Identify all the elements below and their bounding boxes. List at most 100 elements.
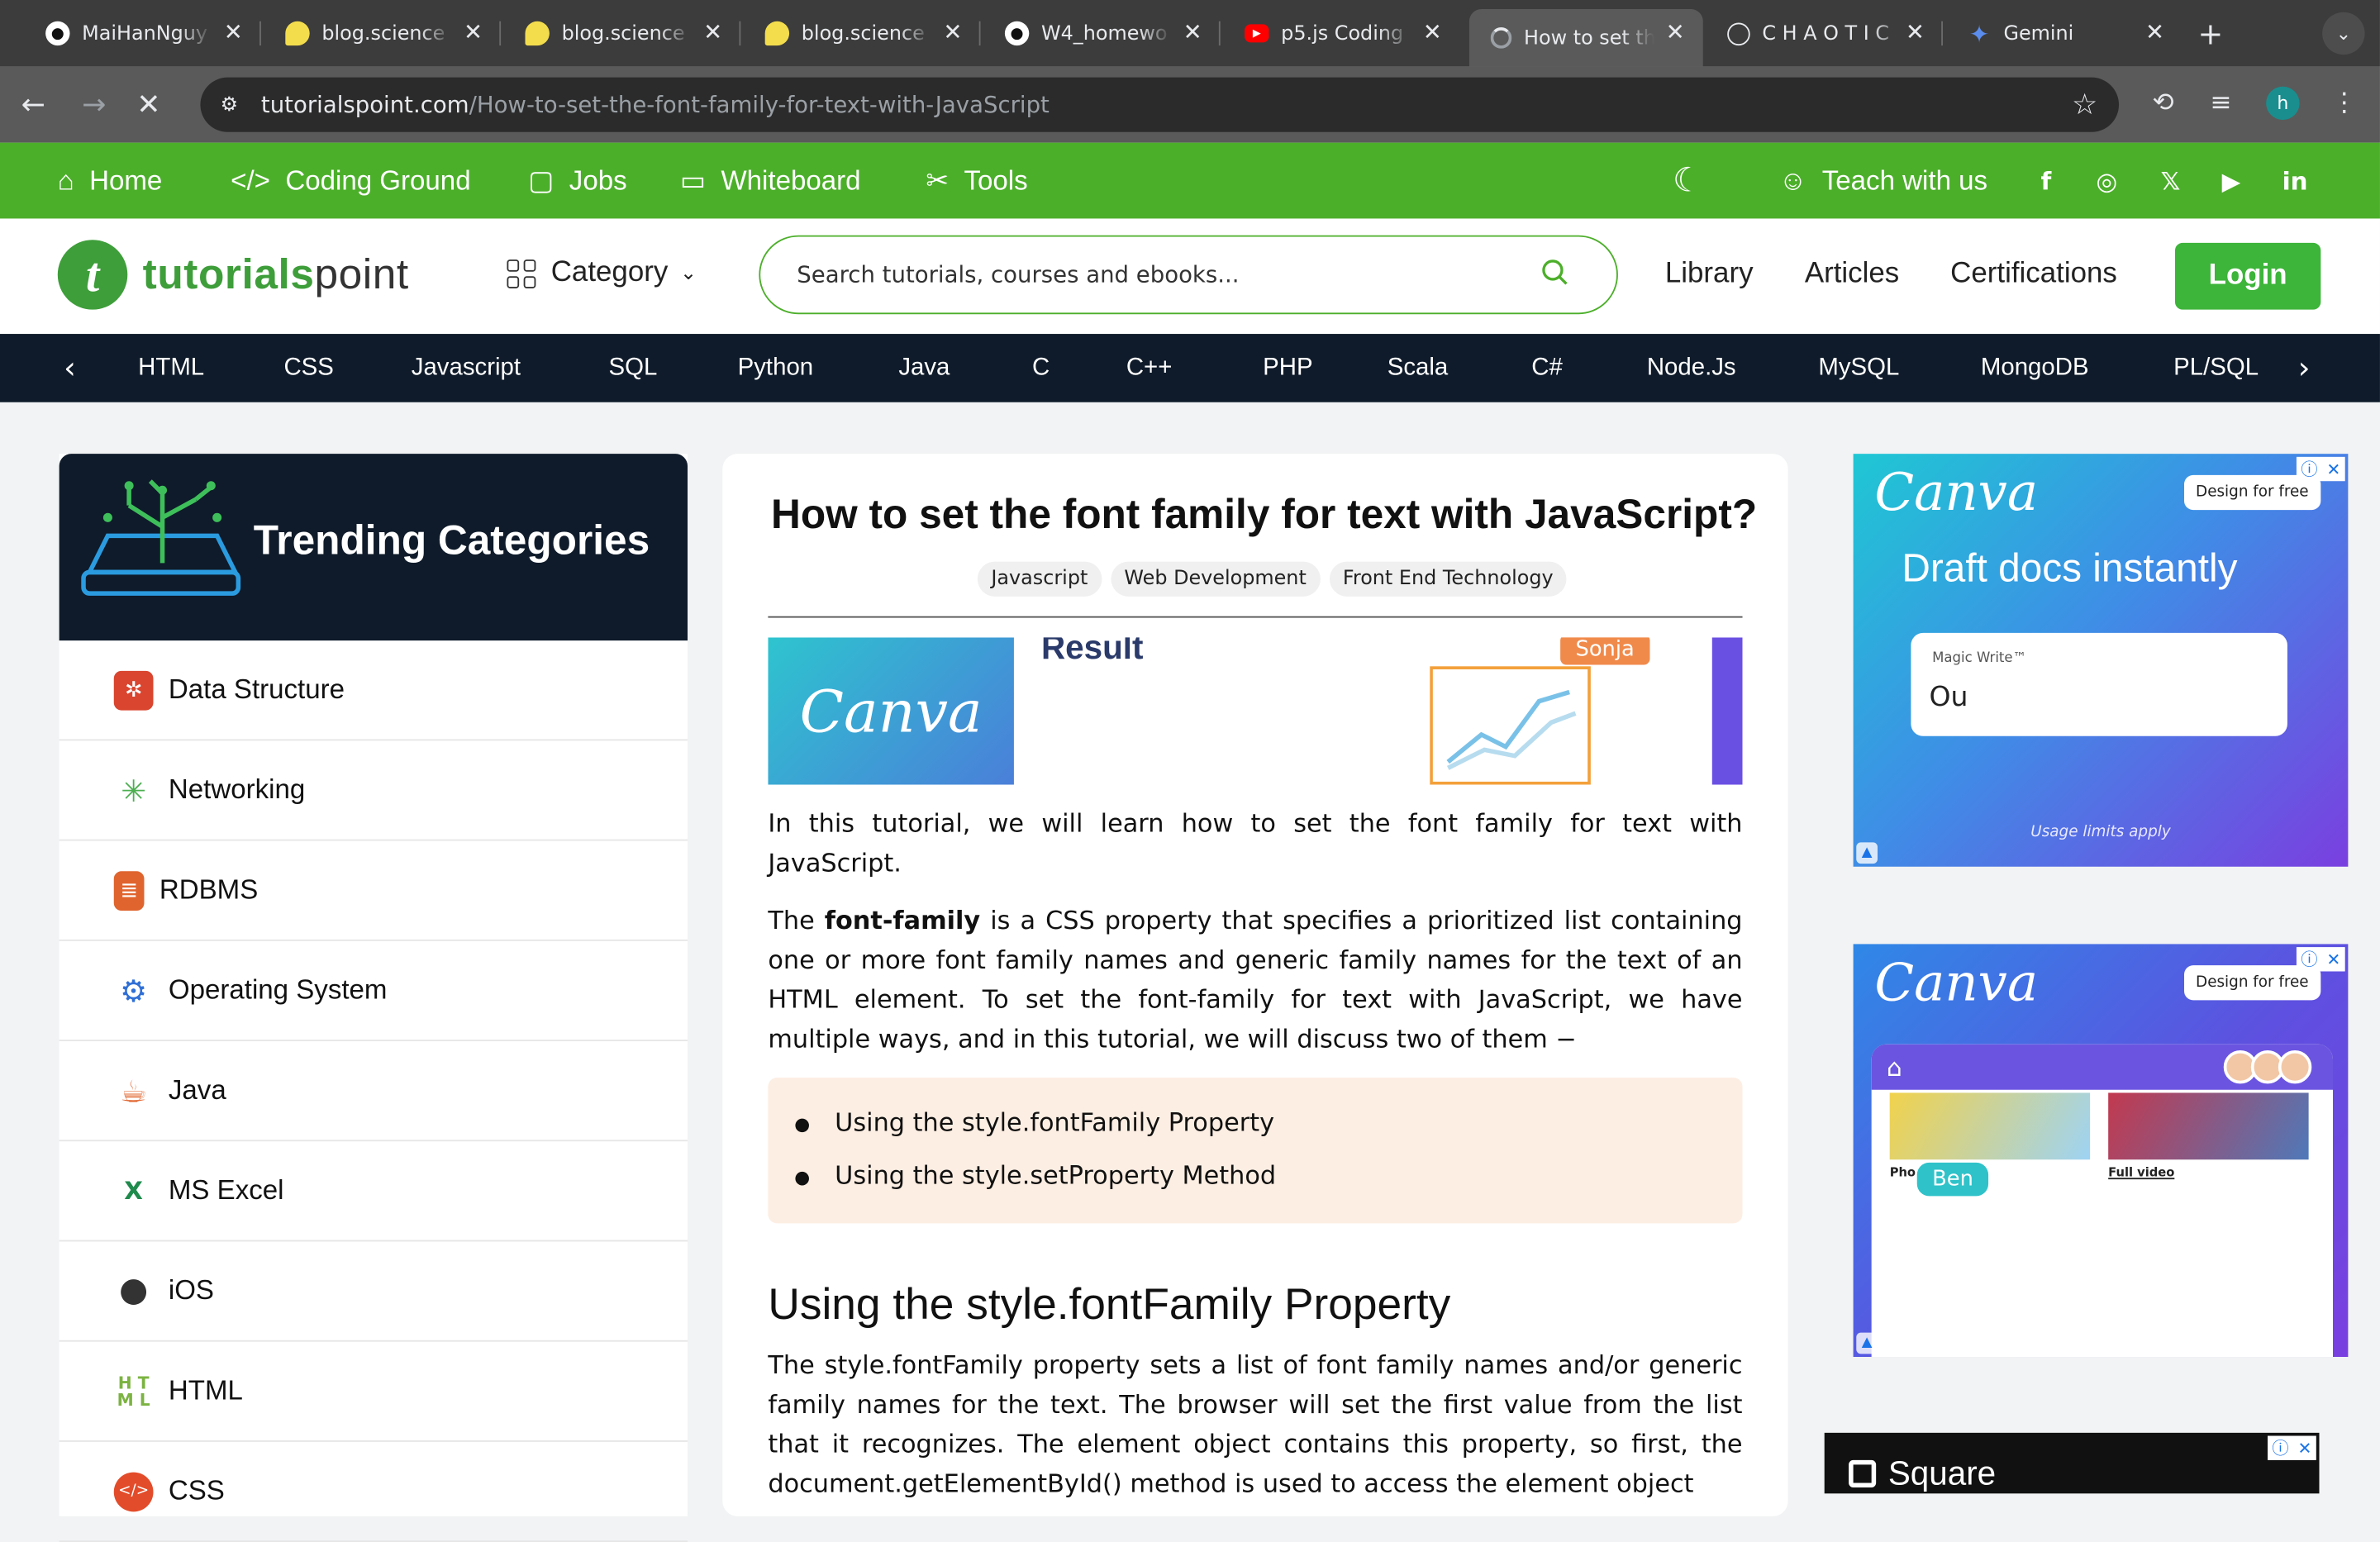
back-arrow-icon[interactable]: ← (21, 88, 45, 121)
browser-tab[interactable]: ▶ p5.js Coding ✕ (1223, 9, 1460, 58)
browser-tab[interactable]: ● W4_homewo ✕ (983, 9, 1221, 58)
forward-arrow-icon[interactable]: → (82, 88, 106, 121)
article-tags: Javascript Web Development Front End Tec… (977, 561, 1568, 597)
new-tab-button[interactable]: + (2198, 15, 2224, 51)
ad-choices-close[interactable]: ⓘ ✕ (2268, 1435, 2316, 1460)
lang-mongodb[interactable]: MongoDB (1981, 334, 2089, 402)
list-item: Using the style.fontFamily Property (795, 1107, 1275, 1137)
lang-javascript[interactable]: Javascript (412, 334, 521, 402)
lang-nodejs[interactable]: Node.Js (1647, 334, 1736, 402)
nav-tools[interactable]: ✂ Tools (926, 143, 1027, 219)
tag-front-end[interactable]: Front End Technology (1329, 561, 1568, 597)
nav-home[interactable]: ⌂ Home (58, 143, 163, 219)
profile-avatar[interactable]: h (2266, 86, 2300, 121)
close-tab-icon[interactable]: ✕ (224, 18, 243, 45)
ad-brand: Square (1849, 1454, 1996, 1494)
tab-search-button[interactable]: ⌄ (2322, 12, 2365, 55)
lang-sql[interactable]: SQL (609, 334, 658, 402)
extension-icon[interactable]: ⟲ (2152, 88, 2173, 119)
lang-css[interactable]: CSS (283, 334, 333, 402)
linkedin-icon[interactable]: in (2277, 163, 2313, 199)
facebook-icon[interactable]: f (2028, 163, 2064, 199)
lang-scala[interactable]: Scala (1388, 334, 1449, 402)
loading-icon (1490, 27, 1512, 49)
article-intro: In this tutorial, we will learn how to s… (768, 808, 1743, 878)
close-tab-icon[interactable]: ✕ (2145, 18, 2164, 45)
lang-c[interactable]: C (1032, 334, 1050, 402)
nav-jobs[interactable]: ▢ Jobs (528, 143, 626, 219)
lang-csharp[interactable]: C# (1531, 334, 1563, 402)
close-tab-icon[interactable]: ✕ (464, 18, 483, 45)
nav-whiteboard[interactable]: ▭ Whiteboard (680, 143, 861, 219)
url-text[interactable]: tutorialspoint.com/How-to-set-the-font-f… (261, 91, 1050, 118)
tag-web-development[interactable]: Web Development (1110, 561, 1321, 597)
teach-with-us-link[interactable]: ☺ Teach with us (1779, 143, 1987, 219)
ad-image (2108, 1092, 2309, 1160)
chevron-right-icon[interactable]: › (2298, 349, 2311, 385)
sidebar-item-networking[interactable]: ✳ Networking (59, 740, 688, 841)
chevron-left-icon[interactable]: ‹ (64, 349, 76, 385)
ad-choices-close[interactable]: ⓘ ✕ (2296, 456, 2345, 482)
browser-tab[interactable]: C H A O T I C ✕ (1706, 9, 1943, 58)
tab-title: blog.science (321, 21, 445, 45)
articles-link[interactable]: Articles (1805, 258, 1899, 291)
sidebar-item-ms-excel[interactable]: X MS Excel (59, 1141, 688, 1242)
close-tab-icon[interactable]: ✕ (1906, 18, 1925, 45)
browser-tab-active[interactable]: How to set th ✕ (1468, 9, 1703, 67)
dark-mode-toggle[interactable]: ☾ (1673, 143, 1718, 219)
close-tab-icon[interactable]: ✕ (943, 18, 962, 45)
square-ad[interactable]: Square ⓘ ✕ (1824, 1432, 2320, 1494)
lang-plsql[interactable]: PL/SQL (2173, 334, 2259, 402)
bookmark-star-icon[interactable]: ☆ (2072, 88, 2097, 121)
browser-tab[interactable]: ✦ Gemini ✕ (1946, 9, 2183, 58)
sidebar-item-java[interactable]: ☕ Java (59, 1041, 688, 1142)
close-tab-icon[interactable]: ✕ (703, 18, 722, 45)
search-icon[interactable] (1540, 258, 1571, 288)
lang-java[interactable]: Java (898, 334, 950, 402)
nav-coding-ground[interactable]: </> Coding Ground (231, 143, 470, 219)
search-box[interactable] (759, 235, 1618, 315)
ad-badge-icon[interactable]: ▲ (1856, 842, 1878, 864)
library-link[interactable]: Library (1665, 258, 1754, 291)
login-button[interactable]: Login (2174, 242, 2321, 310)
browser-tab[interactable]: blog.science ✕ (264, 9, 502, 58)
sidebar-item-data-structure[interactable]: ✲ Data Structure (59, 640, 688, 741)
sidebar-item-operating-system[interactable]: ⚙ Operating System (59, 941, 688, 1041)
sidebar-item-html[interactable]: H TM L HTML (59, 1342, 688, 1442)
x-twitter-icon[interactable]: 𝕏 (2152, 163, 2188, 199)
browser-tab[interactable]: ● MaiHanNguy ✕ (24, 9, 261, 58)
search-input[interactable] (793, 259, 1529, 290)
address-bar[interactable]: ⚙ tutorialspoint.com/How-to-set-the-font… (200, 77, 2120, 132)
inline-ad-banner[interactable]: Canva Result Sonja (768, 637, 1743, 785)
browser-tab[interactable]: blog.science ✕ (504, 9, 741, 58)
sidebar-item-ios[interactable]: ● iOS (59, 1241, 688, 1342)
sidebar-title: Trending Categories (253, 517, 650, 564)
sidebar-item-css[interactable]: </> CSS (59, 1442, 688, 1542)
stop-loading-icon[interactable]: ✕ (136, 88, 160, 121)
close-tab-icon[interactable]: ✕ (1666, 18, 1685, 45)
site-logo[interactable]: t tutorialspoint (57, 240, 409, 310)
browser-menu-icon[interactable]: ⋮ (2331, 88, 2357, 119)
close-tab-icon[interactable]: ✕ (1423, 18, 1442, 45)
lang-cpp[interactable]: C++ (1126, 334, 1173, 402)
network-icon: ✳ (121, 771, 147, 809)
media-control-icon[interactable]: ≡ (2210, 88, 2231, 119)
category-dropdown[interactable]: Category ⌄ (507, 256, 697, 289)
ad-result-text: Result (1040, 637, 1144, 667)
canva-ad-1[interactable]: Canva Design for free Draft docs instant… (1853, 454, 2349, 867)
lang-mysql[interactable]: MySQL (1818, 334, 1899, 402)
close-tab-icon[interactable]: ✕ (1183, 18, 1202, 45)
instagram-icon[interactable]: ◎ (2088, 163, 2125, 199)
site-settings-icon[interactable]: ⚙ (216, 91, 243, 118)
tag-javascript[interactable]: Javascript (977, 561, 1102, 597)
lang-python[interactable]: Python (738, 334, 813, 402)
lang-html[interactable]: HTML (138, 334, 204, 402)
canva-ad-2[interactable]: Canva Design for free ⌂ Pho Full video B… (1853, 944, 2349, 1358)
browser-tab[interactable]: blog.science ✕ (744, 9, 981, 58)
lang-php[interactable]: PHP (1263, 334, 1312, 402)
youtube-icon[interactable]: ▶ (2213, 163, 2249, 199)
sidebar-item-rdbms[interactable]: ≣ RDBMS (59, 841, 688, 941)
certifications-link[interactable]: Certifications (1950, 258, 2117, 291)
ad-badge-icon[interactable]: ▲ (1856, 1332, 1878, 1354)
ad-choices-close[interactable]: ⓘ ✕ (2296, 947, 2345, 972)
